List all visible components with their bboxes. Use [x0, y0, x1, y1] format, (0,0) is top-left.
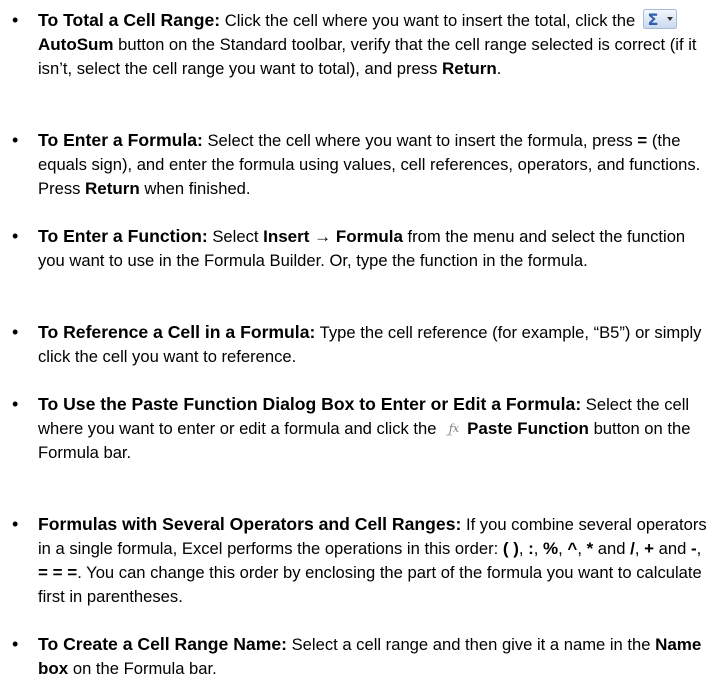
bullet: • [12, 634, 19, 654]
list-item-enter-formula: • To Enter a Formula: Select the cell wh… [12, 128, 710, 201]
list-item-paste-function: • To Use the Paste Function Dialog Box t… [12, 392, 710, 465]
autosum-label: AutoSum [38, 35, 114, 54]
bullet: • [12, 514, 19, 534]
return-key-label: Return [85, 179, 140, 198]
list-item-reference-cell: • To Reference a Cell in a Formula: Type… [12, 320, 710, 369]
item-text: . You can change this order by enclosing… [38, 563, 702, 606]
item-text: on the Formula bar. [68, 659, 217, 678]
item-text: . [496, 59, 502, 78]
item-heading: To Reference a Cell in a Formula: [38, 322, 316, 342]
list-item-create-range-name: • To Create a Cell Range Name: Select a … [12, 632, 710, 681]
item-text: Click the cell where you want to insert … [220, 11, 636, 30]
list-item-total-cell-range: • To Total a Cell Range: Click the cell … [12, 8, 710, 81]
item-heading: To Create a Cell Range Name: [38, 634, 287, 654]
equals-sign-label: = [637, 131, 648, 150]
separator: , [696, 539, 702, 558]
svg-text:fx: fx [448, 422, 460, 435]
separator: , [634, 539, 645, 558]
separator: , [577, 539, 587, 558]
separator: , [518, 539, 529, 558]
operator-plus: + [644, 539, 655, 558]
separator: , [558, 539, 568, 558]
operator-percent: % [543, 539, 559, 558]
item-text: when finished. [139, 179, 251, 198]
operator-caret: ^ [567, 539, 578, 558]
list-item-several-operators: • Formulas with Several Operators and Ce… [12, 512, 710, 609]
svg-text:Σ: Σ [647, 10, 658, 29]
return-key-label: Return [442, 59, 497, 78]
bullet: • [12, 130, 19, 150]
bullet: • [12, 394, 19, 414]
item-heading: To Enter a Function: [38, 226, 208, 246]
list-item-enter-function: • To Enter a Function: Select Insert → F… [12, 224, 710, 273]
item-text: Select a cell range and then give it a n… [287, 635, 656, 654]
bullet: • [12, 322, 19, 342]
operator-parentheses: ( ) [502, 539, 519, 558]
operator-equals: = = = [38, 563, 78, 582]
item-text: Select the cell where you want to insert… [202, 131, 638, 150]
autosum-icon: Σ [642, 9, 677, 29]
item-heading: To Enter a Formula: [38, 130, 203, 150]
document-page: • To Total a Cell Range: Click the cell … [0, 0, 716, 690]
fx-icon: fx [444, 419, 465, 437]
separator: and [654, 539, 691, 558]
bullet: • [12, 10, 19, 30]
item-text: Select [207, 227, 264, 246]
item-heading: Formulas with Several Operators and Cell… [38, 514, 462, 534]
item-heading: To Total a Cell Range: [38, 10, 221, 30]
menu-path-label: Insert → Formula [263, 227, 403, 246]
item-text: button on the Standard toolbar, verify t… [38, 35, 697, 78]
item-heading: To Use the Paste Function Dialog Box to … [38, 394, 582, 414]
separator: and [593, 539, 631, 558]
paste-function-label: Paste Function [467, 419, 589, 438]
bullet: • [12, 226, 19, 246]
separator: , [533, 539, 544, 558]
